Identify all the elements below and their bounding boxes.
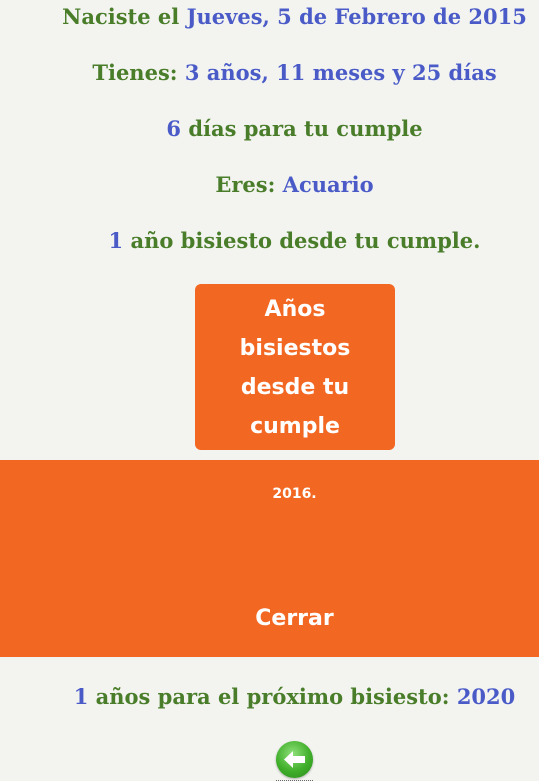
leap-years-since-line: 1 año bisiesto desde tu cumple. bbox=[25, 226, 539, 256]
leap-years-list: 2016. bbox=[272, 486, 317, 502]
close-button[interactable]: Cerrar bbox=[0, 604, 539, 634]
next-leap-text: años para el próximo bisiesto: bbox=[88, 684, 457, 709]
next-leap-year: 2020 bbox=[456, 684, 516, 709]
birth-date-value: Jueves, 5 de Febrero de 2015 bbox=[186, 4, 527, 29]
age-line: Tienes: 3 años, 11 meses y 25 días bbox=[25, 58, 539, 88]
zodiac-sign: Acuario bbox=[282, 172, 374, 197]
birth-date-line: Naciste el Jueves, 5 de Febrero de 2015 bbox=[25, 2, 539, 32]
days-to-birthday-count: 6 bbox=[166, 116, 182, 141]
zodiac-line: Eres: Acuario bbox=[25, 170, 539, 200]
next-leap-line: 1 años para el próximo bisiesto: 2020 bbox=[25, 682, 539, 712]
leap-years-button-line-1: Años bbox=[264, 297, 326, 322]
zodiac-prefix: Eres: bbox=[215, 172, 283, 197]
birth-date-prefix: Naciste el bbox=[62, 4, 187, 29]
next-leap-count: 1 bbox=[73, 684, 89, 709]
back-button[interactable] bbox=[276, 741, 313, 778]
age-prefix: Tienes: bbox=[92, 60, 185, 85]
leap-years-since-text: año bisiesto desde tu cumple. bbox=[123, 228, 481, 253]
age-value: 3 años, 11 meses y 25 días bbox=[184, 60, 497, 85]
days-to-birthday-text: días para tu cumple bbox=[181, 116, 423, 141]
leap-years-panel: 2016. Cerrar bbox=[0, 460, 539, 657]
leap-years-button-line-2: bisiestos bbox=[239, 336, 351, 361]
leap-years-button-line-4: cumple bbox=[250, 414, 340, 439]
leap-years-button-line-3: desde tu bbox=[240, 375, 350, 400]
leap-years-since-count: 1 bbox=[108, 228, 124, 253]
leap-years-button[interactable]: Años bisiestos desde tu cumple bbox=[195, 284, 395, 450]
back-arrow-icon bbox=[284, 751, 305, 768]
days-to-birthday-line: 6 días para tu cumple bbox=[25, 114, 539, 144]
